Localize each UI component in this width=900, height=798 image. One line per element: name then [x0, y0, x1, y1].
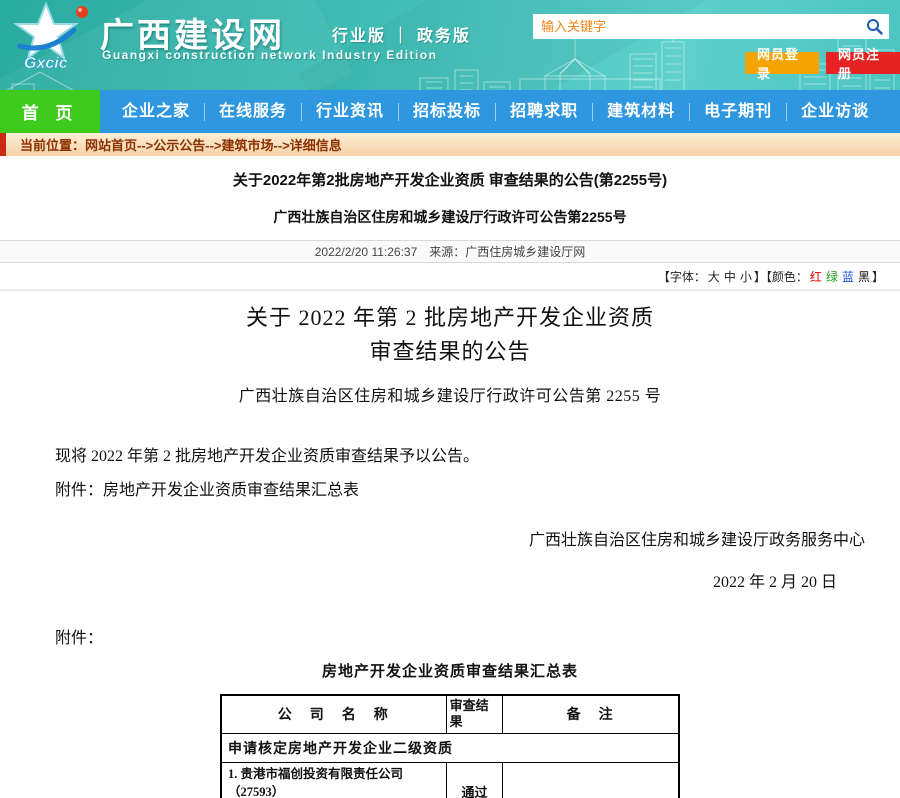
nav-item-online-services[interactable]: 在线服务 [205, 103, 302, 121]
page-subtitle: 广西壮族自治区住房和城乡建设厅行政许可公告第2255号 [0, 207, 900, 227]
nav-item-e-journal[interactable]: 电子期刊 [690, 103, 787, 121]
site-header: Gxcic 广西建设网 行业版 ｜ 政务版 Guangxi constructi… [0, 0, 900, 90]
search-input[interactable] [541, 19, 866, 34]
table-title: 房地产开发企业资质审查结果汇总表 [0, 660, 900, 681]
nav-item-enterprise-home[interactable]: 企业之家 [108, 103, 205, 121]
font-size-medium-button[interactable]: 中 [724, 270, 736, 284]
section-title: 申请核定房地产开发企业二级资质 [221, 733, 679, 762]
table-header-row: 公 司 名 称 审查结果 备 注 [221, 695, 679, 733]
qualification-result-table: 公 司 名 称 审查结果 备 注 申请核定房地产开发企业二级资质 1. 贵港市福… [220, 694, 680, 798]
publish-datetime: 2022/2/20 11:26:37 [315, 245, 418, 259]
attachment-reference: 附件：房地产开发企业资质审查结果汇总表 [55, 476, 900, 500]
nav-item-bidding[interactable]: 招标投标 [399, 103, 496, 121]
company-cell: 1. 贵港市福创投资有限责任公司（27593） 法定代表人：黄正良 [221, 762, 446, 798]
review-result: 通过 [446, 762, 503, 798]
table-section-row: 申请核定房地产开发企业二级资质 [221, 733, 679, 762]
bracket: 】 [872, 270, 884, 284]
font-size-large-button[interactable]: 大 [708, 270, 720, 284]
bracket: 】 [754, 270, 766, 284]
member-register-button[interactable]: 网员注册 [826, 52, 900, 74]
font-controls: 【字体：大中小】【颜色：红绿蓝黑】 [0, 268, 900, 285]
nav-item-industry-news[interactable]: 行业资讯 [302, 103, 399, 121]
company-name: 1. 贵港市福创投资有限责任公司（27593） [228, 765, 440, 798]
font-color-black-button[interactable]: 黑 [858, 270, 870, 284]
page-title: 关于2022年第2批房地产开发企业资质 审查结果的公告(第2255号) [0, 169, 900, 190]
column-header-remark: 备 注 [503, 695, 679, 733]
issue-date: 2022 年 2 月 20 日 [0, 568, 837, 592]
divider [0, 289, 900, 293]
table-row: 1. 贵港市福创投资有限责任公司（27593） 法定代表人：黄正良 通过 [221, 762, 679, 798]
member-login-button[interactable]: 网员登录 [745, 52, 819, 74]
attachment-label: 附件： [55, 624, 900, 648]
font-size-small-button[interactable]: 小 [740, 270, 752, 284]
nav-item-recruitment[interactable]: 招聘求职 [496, 103, 593, 121]
logo-text: Gxcic [24, 55, 68, 72]
nav-item-enterprise-interview[interactable]: 企业访谈 [787, 103, 883, 121]
source-label: 来源：广西住房城乡建设厅网 [429, 243, 585, 260]
article-body: 关于 2022 年第 2 批房地产开发企业资质 审查结果的公告 广西壮族自治区住… [0, 301, 900, 798]
search-bar [533, 14, 889, 39]
search-icon[interactable] [866, 18, 883, 35]
remark-cell [503, 762, 679, 798]
issuing-organization: 广西壮族自治区住房和城乡建设厅政务服务中心 [0, 526, 865, 550]
font-color-red-button[interactable]: 红 [810, 270, 822, 284]
edition-labels[interactable]: 行业版 ｜ 政务版 [332, 22, 471, 46]
column-header-company: 公 司 名 称 [221, 695, 446, 733]
nav-items: 企业之家 在线服务 行业资讯 招标投标 招聘求职 建筑材料 电子期刊 企业访谈 [100, 90, 883, 133]
nav-item-building-materials[interactable]: 建筑材料 [593, 103, 690, 121]
font-color-label: 【颜色： [766, 270, 808, 284]
site-subtitle-english: Guangxi construction network Industry Ed… [102, 48, 438, 62]
article-title-line2: 审查结果的公告 [0, 335, 900, 369]
meta-bar: 2022/2/20 11:26:37 来源：广西住房城乡建设厅网 [0, 240, 900, 263]
site-logo-star-icon: Gxcic [8, 2, 100, 74]
font-size-label: 【字体： [658, 270, 706, 284]
article-paragraph: 现将 2022 年第 2 批房地产开发企业资质审查结果予以公告。 [55, 442, 900, 466]
font-color-green-button[interactable]: 绿 [826, 270, 838, 284]
header-buttons: 网员登录 网员注册 [745, 52, 900, 74]
nav-item-home[interactable]: 首 页 [0, 90, 100, 133]
main-nav: 首 页 企业之家 在线服务 行业资讯 招标投标 招聘求职 建筑材料 电子期刊 企… [0, 90, 900, 133]
article-subtitle: 广西壮族自治区住房和城乡建设厅行政许可公告第 2255 号 [0, 382, 900, 406]
column-header-result: 审查结果 [446, 695, 503, 733]
breadcrumb[interactable]: 当前位置：网站首页-->公示公告-->建筑市场-->详细信息 [0, 133, 900, 156]
font-color-blue-button[interactable]: 蓝 [842, 270, 854, 284]
article-title-line1: 关于 2022 年第 2 批房地产开发企业资质 [0, 301, 900, 335]
